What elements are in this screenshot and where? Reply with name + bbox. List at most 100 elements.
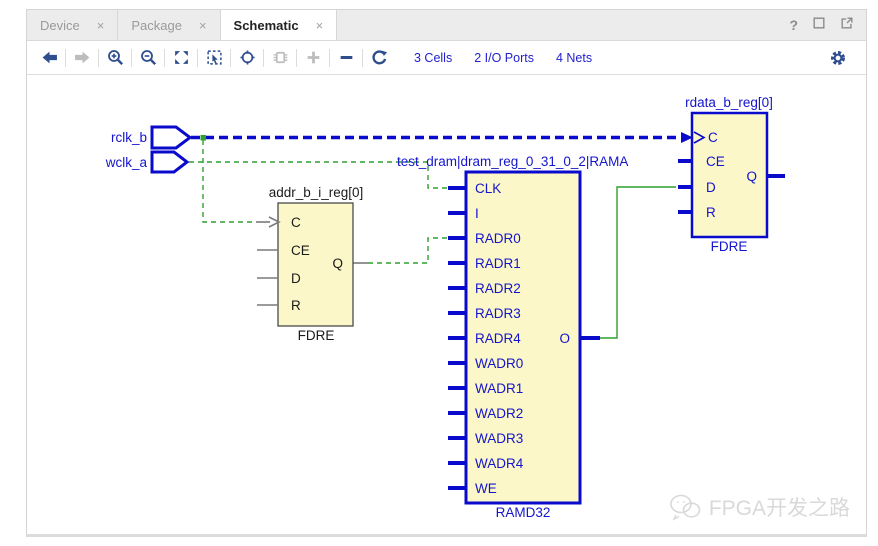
pin-label-i: I (475, 206, 479, 221)
io-ports-link[interactable]: 2 I/O Ports (474, 51, 534, 65)
arrow-left-icon (41, 49, 58, 66)
schematic-canvas[interactable]: rclk_b wclk_a addr_b_i_reg[0] C CE D R (27, 75, 866, 534)
close-icon[interactable]: × (199, 18, 207, 33)
pin-label-wadr1: WADR1 (475, 381, 523, 396)
port-label: wclk_a (105, 155, 148, 170)
pin-label-wadr3: WADR3 (475, 431, 523, 446)
tab-device-label: Device (40, 18, 80, 33)
pin-label-q: Q (332, 256, 343, 271)
expand-cone-button[interactable] (267, 46, 293, 70)
refresh-icon (370, 49, 388, 67)
tab-package[interactable]: Package × (118, 10, 220, 40)
pin-label-wadr0: WADR0 (475, 356, 523, 371)
pin-label-d: D (706, 180, 716, 195)
cell-type: FDRE (298, 328, 335, 343)
nets-link[interactable]: 4 Nets (556, 51, 592, 65)
remove-button[interactable] (333, 46, 359, 70)
toolbar-separator (263, 49, 264, 67)
wechat-logo-icon (668, 493, 702, 521)
forward-button[interactable] (69, 46, 95, 70)
toolbar-separator (362, 49, 363, 67)
float-window-icon[interactable] (840, 16, 854, 35)
pin-label-we: WE (475, 481, 497, 496)
schematic-toolbar: 3 Cells 2 I/O Ports 4 Nets (27, 41, 866, 75)
tab-device[interactable]: Device × (27, 10, 118, 40)
zoom-selection-icon (206, 49, 223, 66)
cell-rdata-b-reg[interactable]: rdata_b_reg[0] C CE D R Q FDRE (678, 95, 785, 254)
net-junction-dot (201, 135, 207, 141)
zoom-out-button[interactable] (135, 46, 161, 70)
port-wclk-a[interactable]: wclk_a (105, 152, 187, 172)
toolbar-separator (197, 49, 198, 67)
toolbar-separator (131, 49, 132, 67)
schematic-drawing: rclk_b wclk_a addr_b_i_reg[0] C CE D R (27, 75, 864, 534)
autofit-selection-button[interactable] (234, 46, 260, 70)
pin-label-clk: CLK (475, 181, 501, 196)
zoom-out-icon (140, 49, 157, 66)
cell-addr-b-i-reg[interactable]: addr_b_i_reg[0] C CE D R Q FDRE (256, 185, 363, 343)
close-icon[interactable]: × (316, 18, 324, 33)
net-branch-to-addr-c (203, 140, 256, 222)
chip-icon (272, 49, 289, 66)
pin-label-radr4: RADR4 (475, 331, 521, 346)
pin-label-radr1: RADR1 (475, 256, 521, 271)
toolbar-separator (98, 49, 99, 67)
schematic-window: Device × Package × Schematic × ? (26, 9, 867, 537)
toolbar-separator (230, 49, 231, 67)
pin-label-r: R (706, 205, 716, 220)
pin-label-c: C (708, 130, 718, 145)
toolbar-separator (164, 49, 165, 67)
zoom-fit-button[interactable] (168, 46, 194, 70)
cell-type: FDRE (711, 239, 748, 254)
pin-label-c: C (291, 215, 301, 230)
tabbar-spacer (337, 10, 789, 40)
pin-label-radr3: RADR3 (475, 306, 521, 321)
pin-label-wadr2: WADR2 (475, 406, 523, 421)
pin-label-wadr4: WADR4 (475, 456, 524, 471)
input-port-shape (152, 127, 190, 148)
cell-type: RAMD32 (496, 505, 551, 520)
settings-button[interactable] (825, 46, 851, 70)
help-icon[interactable]: ? (789, 17, 798, 33)
net-ram-o-to-rdata-d[interactable] (592, 187, 676, 338)
zoom-in-icon (107, 49, 124, 66)
add-button[interactable] (300, 46, 326, 70)
zoom-in-button[interactable] (102, 46, 128, 70)
cells-link[interactable]: 3 Cells (414, 51, 452, 65)
pin-label-d: D (291, 271, 301, 286)
gear-icon (829, 49, 847, 67)
zoom-selection-button[interactable] (201, 46, 227, 70)
arrow-right-icon (74, 49, 91, 66)
port-rclk-b[interactable]: rclk_b (111, 127, 190, 148)
pin-label-q: Q (746, 169, 757, 184)
tab-package-label: Package (131, 18, 182, 33)
pin-label-o: O (559, 331, 570, 346)
plus-icon (305, 49, 322, 66)
tab-schematic[interactable]: Schematic × (221, 10, 338, 40)
regenerate-button[interactable] (366, 46, 392, 70)
input-port-shape (152, 152, 187, 172)
cell-title: rdata_b_reg[0] (685, 95, 773, 110)
zoom-fit-icon (173, 49, 190, 66)
minus-icon (338, 49, 355, 66)
window-controls: ? (789, 10, 866, 40)
watermark: FPGA开发之路 (668, 492, 850, 522)
toolbar-separator (329, 49, 330, 67)
tab-bar: Device × Package × Schematic × ? (27, 10, 866, 41)
toolbar-separator (65, 49, 66, 67)
watermark-text: FPGA开发之路 (709, 492, 850, 522)
toolbar-separator (296, 49, 297, 67)
pin-label-radr2: RADR2 (475, 281, 521, 296)
pin-label-radr0: RADR0 (475, 231, 521, 246)
back-button[interactable] (36, 46, 62, 70)
tab-schematic-label: Schematic (234, 18, 299, 33)
crosshair-icon (239, 49, 256, 66)
pin-label-ce: CE (706, 154, 725, 169)
cell-title: test_dram|dram_reg_0_31_0_2|RAMA (397, 154, 628, 169)
net-addr-q-to-radr0[interactable] (353, 238, 448, 263)
maximize-icon[interactable] (812, 16, 826, 35)
close-icon[interactable]: × (97, 18, 105, 33)
cell-ram[interactable]: test_dram|dram_reg_0_31_0_2|RAMA CLK I R… (397, 154, 628, 520)
cell-title: addr_b_i_reg[0] (269, 185, 364, 200)
pin-label-r: R (291, 298, 301, 313)
